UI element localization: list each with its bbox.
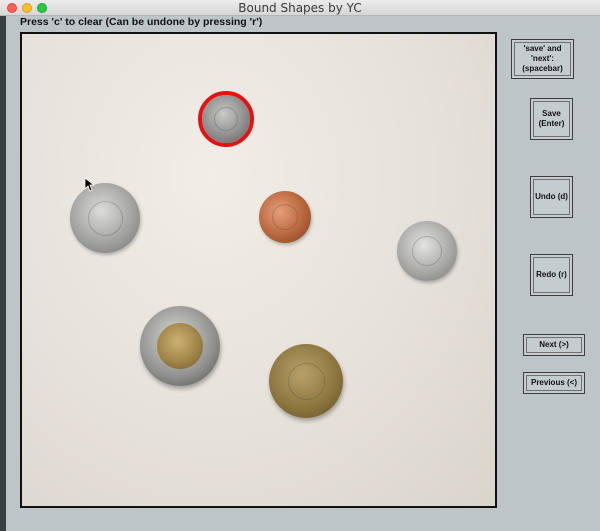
save-and-next-button[interactable]: 'save' and 'next': (spacebar) [511,39,574,79]
desktop-edge [0,16,6,531]
redo-label: Redo (r) [536,270,567,279]
save-label: Save [542,109,561,118]
redo-button[interactable]: Redo (r) [530,254,573,296]
coin-toonie [140,306,220,386]
save-button[interactable]: Save (Enter) [530,98,573,140]
clear-instruction-text: Press 'c' to clear (Can be undone by pre… [20,16,263,28]
window-title: Bound Shapes by YC [238,1,362,15]
previous-button[interactable]: Previous (<) [523,372,585,394]
undo-label: Undo (d) [535,192,568,201]
mouse-cursor-icon [85,178,95,192]
image-canvas[interactable] [20,32,497,508]
next-label: Next (>) [539,340,569,349]
undo-button[interactable]: Undo (d) [530,176,573,218]
save-shortcut: (Enter) [538,119,565,128]
app-window: Bound Shapes by YC Press 'c' to clear (C… [0,0,600,531]
save-and-next-shortcut: (spacebar) [522,64,563,73]
titlebar: Bound Shapes by YC [0,0,600,16]
coin-loonie [269,344,343,418]
bounding-circle[interactable] [198,91,254,147]
save-and-next-label: 'save' and 'next': [523,44,562,63]
coin-nickel [397,221,457,281]
coin-penny [259,191,311,243]
next-button[interactable]: Next (>) [523,334,585,356]
coin-photo [22,34,495,506]
previous-label: Previous (<) [530,378,577,387]
coin-quarter [70,183,140,253]
